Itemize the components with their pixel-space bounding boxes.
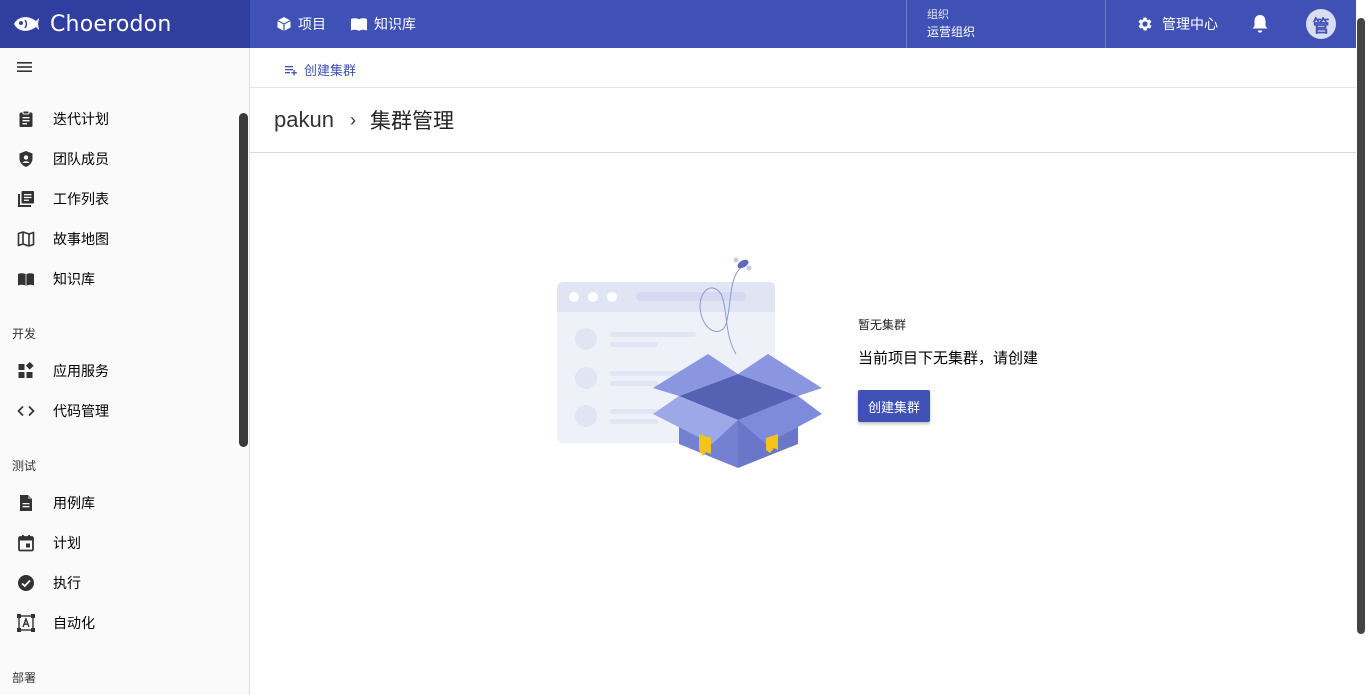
brand-logo[interactable]: Choerodon — [0, 0, 250, 48]
sidebar-item-work-list[interactable]: 工作列表 — [0, 179, 236, 219]
book-icon — [16, 269, 36, 289]
page-scrollbar[interactable] — [1357, 18, 1365, 634]
check-circle-icon — [16, 573, 36, 593]
create-cluster-button[interactable]: 创建集群 — [858, 390, 930, 422]
topnav-item-label: 项目 — [298, 16, 326, 32]
admin-center-button[interactable]: 管理中心 — [1136, 0, 1218, 48]
empty-state-description: 当前项目下无集群，请创建 — [858, 350, 1039, 367]
sidebar-item-label: 自动化 — [53, 615, 95, 631]
sidebar-item-execute[interactable]: 执行 — [0, 563, 236, 603]
sidebar-item-label: 代码管理 — [53, 403, 109, 419]
breadcrumb-separator: › — [349, 109, 356, 130]
sidebar-item-story-map[interactable]: 故事地图 — [0, 219, 236, 259]
sidebar-item-team-members[interactable]: 团队成员 — [0, 139, 236, 179]
create-cluster-toolbar-label: 创建集群 — [304, 63, 357, 78]
sidebar-group-dev: 开发 — [12, 327, 37, 341]
topnav-item-label: 知识库 — [374, 16, 416, 32]
sidebar-item-label: 迭代计划 — [53, 111, 109, 127]
org-value: 运营组织 — [927, 25, 976, 39]
sidebar-group-deploy: 部署 — [12, 671, 37, 685]
bell-icon[interactable] — [1251, 14, 1269, 34]
top-nav: 项目 知识库 — [276, 0, 416, 48]
sidebar-item-label: 计划 — [53, 535, 81, 551]
sidebar-item-label: 团队成员 — [53, 151, 109, 167]
sidebar-item-label: 故事地图 — [53, 231, 109, 247]
sidebar-group-test: 测试 — [12, 459, 37, 473]
avatar-text: 管 — [1312, 16, 1330, 36]
sidebar-item-automation[interactable]: 自动化 — [0, 603, 236, 643]
create-cluster-toolbar-button[interactable]: 创建集群 — [284, 60, 356, 79]
empty-state-title: 暂无集群 — [858, 318, 907, 332]
sidebar-item-plan[interactable]: 计划 — [0, 523, 236, 563]
sidebar: 迭代计划 团队成员 工作列表 故事地图 知识库 开发 应用服务 代码管理 测试 … — [0, 48, 250, 695]
sidebar-item-app-service[interactable]: 应用服务 — [0, 351, 236, 391]
calendar-icon — [16, 533, 36, 553]
avatar[interactable]: 管 — [1306, 9, 1336, 39]
clipboard-icon — [16, 109, 36, 129]
cube-icon — [277, 17, 291, 31]
widgets-icon — [16, 361, 36, 381]
sidebar-item-case-library[interactable]: 用例库 — [0, 483, 236, 523]
shield-user-icon — [16, 149, 36, 169]
sidebar-item-label: 应用服务 — [53, 363, 109, 379]
sidebar-item-label: 工作列表 — [53, 191, 109, 207]
toolbar: 创建集群 — [250, 48, 1356, 88]
breadcrumb: pakun › 集群管理 — [250, 88, 1356, 153]
topnav-item-knowledge[interactable]: 知识库 — [350, 14, 416, 34]
topnav-item-project[interactable]: 项目 — [276, 14, 326, 34]
gear-icon — [1138, 17, 1152, 31]
org-label: 组织 — [927, 9, 949, 21]
menu-icon[interactable] — [16, 58, 34, 76]
breadcrumb-project[interactable]: pakun — [274, 107, 334, 133]
automation-icon — [16, 613, 36, 633]
list-icon — [16, 189, 36, 209]
code-icon — [16, 401, 36, 421]
admin-center-label: 管理中心 — [1162, 16, 1218, 32]
empty-box-illustration — [557, 257, 822, 468]
org-selector[interactable]: 组织 运营组织 — [906, 0, 1106, 48]
document-icon — [16, 493, 36, 513]
fish-logo-icon — [14, 17, 39, 31]
sidebar-scrollbar[interactable] — [239, 113, 248, 447]
book-icon — [351, 18, 367, 31]
sidebar-item-label: 执行 — [53, 575, 81, 591]
brand-name: Choerodon — [50, 11, 172, 37]
sidebar-item-knowledge[interactable]: 知识库 — [0, 259, 236, 299]
sidebar-item-code-management[interactable]: 代码管理 — [0, 391, 236, 431]
sidebar-item-iteration-plan[interactable]: 迭代计划 — [0, 99, 236, 139]
map-icon — [16, 229, 36, 249]
page-title: 集群管理 — [369, 110, 454, 133]
sidebar-item-label: 用例库 — [53, 495, 95, 511]
sidebar-item-label: 知识库 — [53, 271, 95, 287]
playlist-add-icon — [285, 65, 297, 75]
top-bar: Choerodon 项目 知识库 组织 运营组织 管理中心 管 — [0, 0, 1356, 48]
